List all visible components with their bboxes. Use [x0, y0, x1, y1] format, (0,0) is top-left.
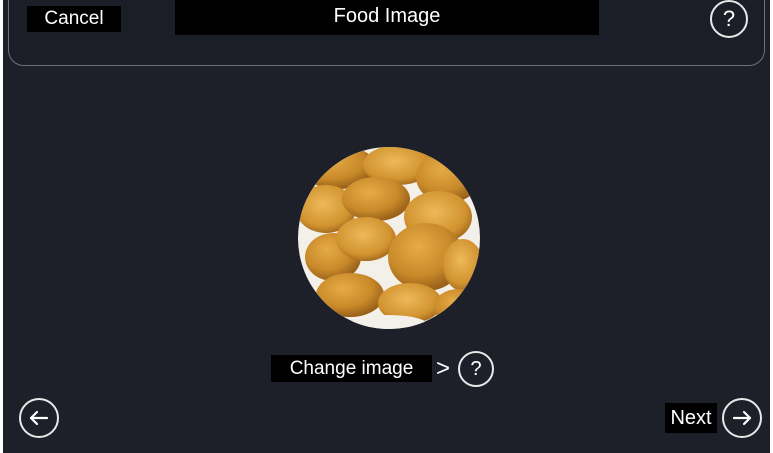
help-icon[interactable]: ?: [710, 0, 748, 38]
arrow-right-icon: [732, 410, 752, 426]
change-image-button[interactable]: Change image: [271, 355, 432, 382]
help-icon[interactable]: ?: [458, 351, 494, 387]
screen: Cancel Food Image ? Change image > ? Nex…: [3, 0, 770, 453]
arrow-left-icon: [29, 410, 49, 426]
next-label[interactable]: Next: [665, 403, 717, 433]
page-title: Food Image: [175, 0, 599, 35]
chevron-right-icon[interactable]: >: [435, 354, 451, 384]
back-button[interactable]: [19, 398, 59, 438]
food-image: [298, 147, 480, 329]
food-photo-graphic: [298, 147, 480, 329]
header-bar: Cancel Food Image ?: [8, 0, 765, 66]
cancel-button[interactable]: Cancel: [27, 6, 121, 32]
next-button[interactable]: [722, 398, 762, 438]
